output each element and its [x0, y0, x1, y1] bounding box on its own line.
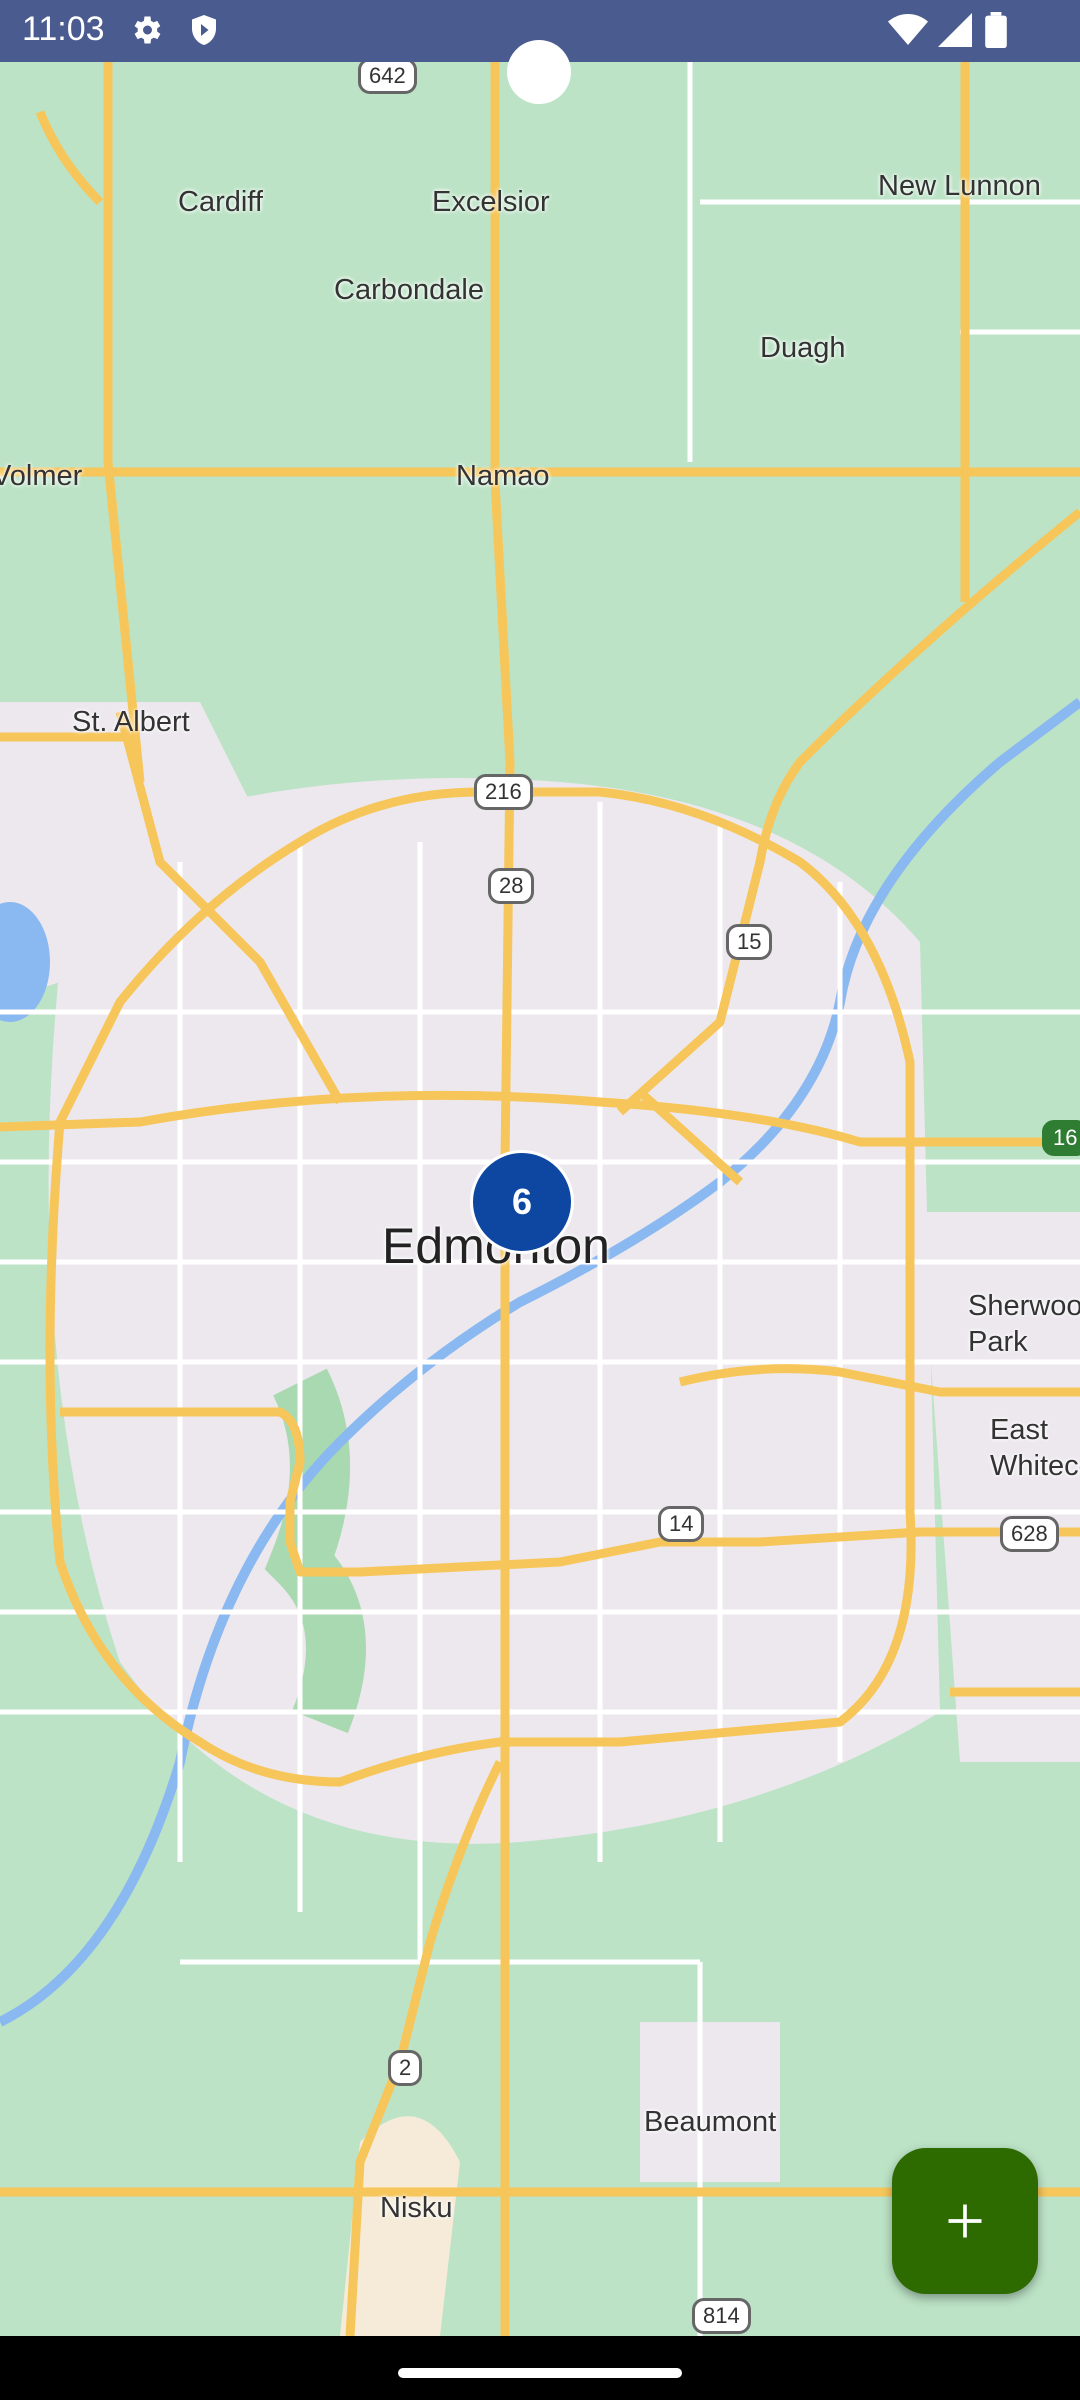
- place-label: Carbondale: [334, 274, 484, 306]
- highway-shield: 628: [1000, 1516, 1059, 1552]
- place-label: New Lunnon: [878, 170, 1041, 202]
- place-label: East Whitecourt: [990, 1414, 1080, 1482]
- gear-icon: [134, 16, 161, 44]
- highway-shield: 2: [388, 2050, 423, 2086]
- place-label: Beaumont: [644, 2106, 777, 2138]
- shield-icon: [192, 15, 216, 45]
- place-label: Volmer: [0, 460, 83, 492]
- highway-shield: 14: [658, 1506, 705, 1542]
- place-label: Duagh: [760, 332, 846, 364]
- place-label: St. Albert: [72, 706, 190, 738]
- marker-cluster[interactable]: 6: [470, 1150, 574, 1254]
- place-label: Excelsior: [432, 186, 550, 218]
- wifi-icon: [888, 14, 928, 45]
- place-label: Nisku: [380, 2192, 453, 2224]
- camera-cutout: [507, 40, 571, 104]
- highway-shield: 15: [726, 924, 773, 960]
- status-time: 11:03: [22, 10, 105, 48]
- highway-shield: 28: [488, 868, 535, 904]
- signal-icon: [938, 13, 972, 47]
- place-label: Cardiff: [178, 186, 263, 218]
- home-gesture-handle[interactable]: [398, 2368, 682, 2378]
- highway-shield: 814: [692, 2298, 751, 2334]
- add-button[interactable]: [892, 2148, 1038, 2294]
- place-label: Namao: [456, 460, 550, 492]
- battery-icon: [985, 12, 1007, 48]
- highway-shield: 642: [358, 62, 417, 94]
- highway-shield: 16: [1042, 1120, 1080, 1156]
- plus-icon: [948, 2204, 982, 2238]
- place-label: Sherwood Park: [968, 1290, 1080, 1358]
- highway-shield: 216: [474, 774, 533, 810]
